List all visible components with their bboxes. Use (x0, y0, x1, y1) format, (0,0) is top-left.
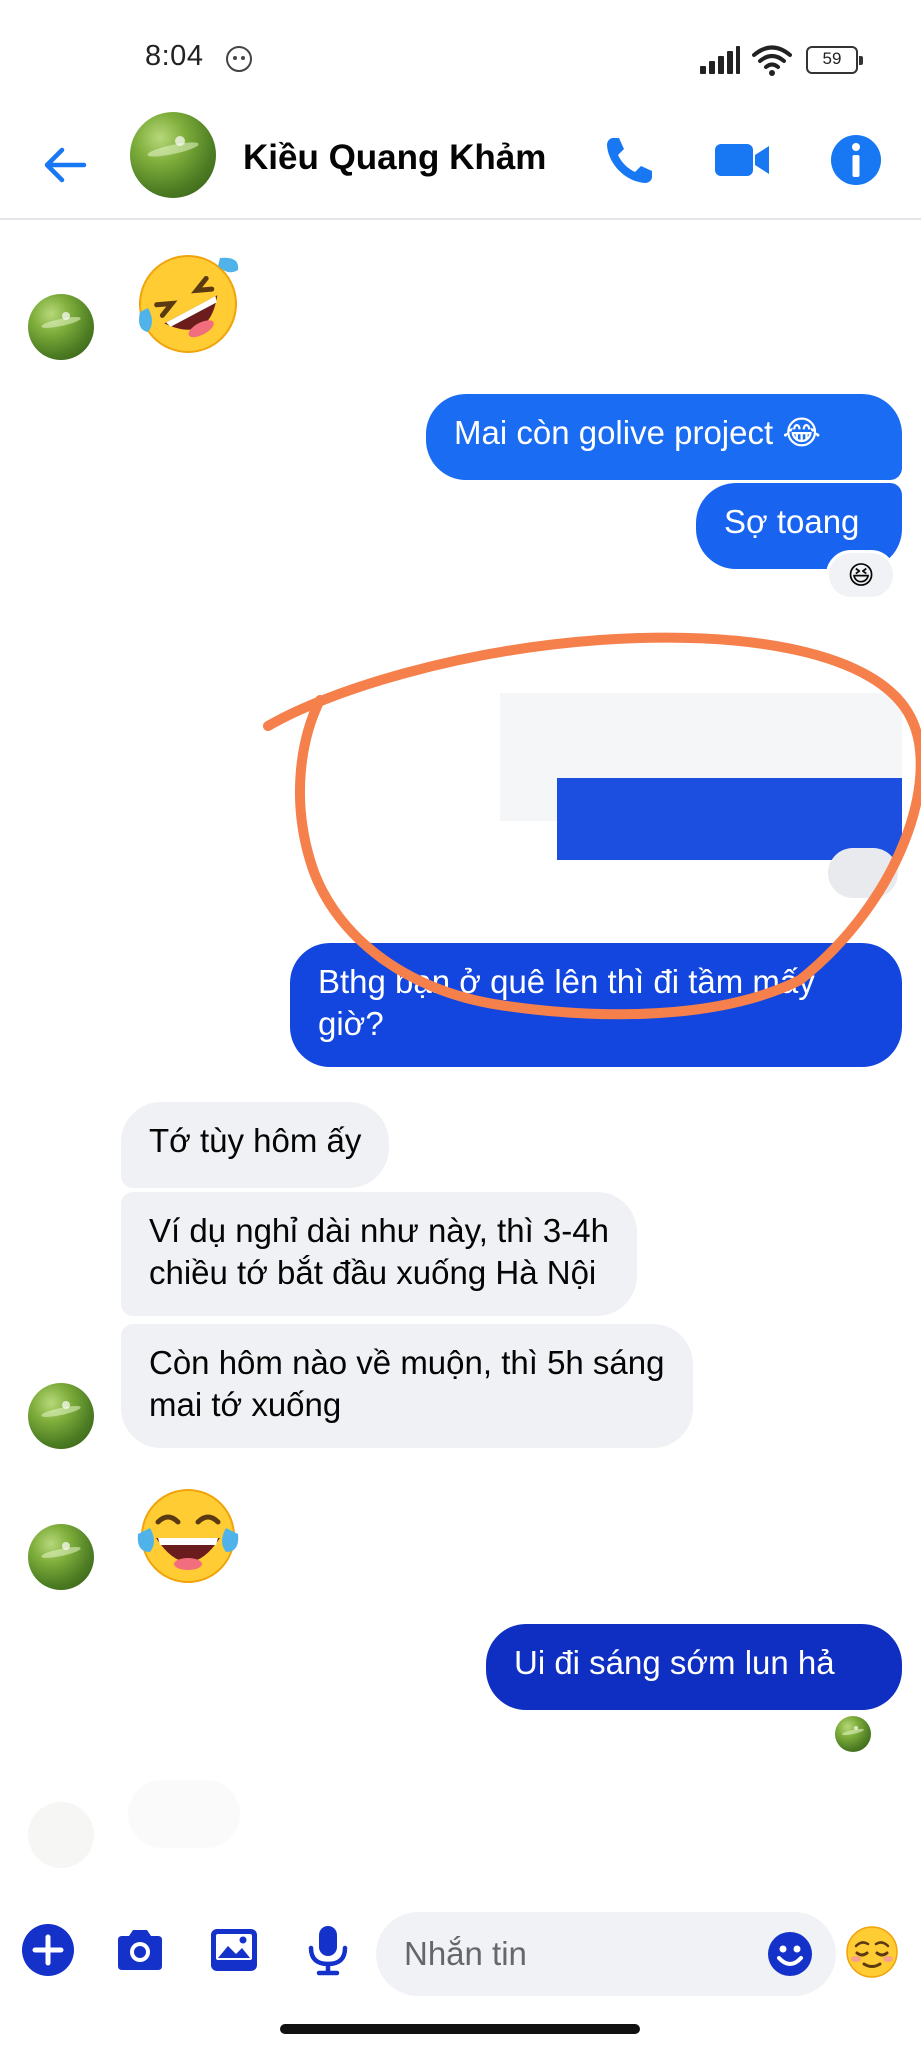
sender-avatar (28, 1383, 94, 1449)
status-bar: 8:04 59 (0, 0, 921, 110)
incoming-message[interactable]: Ví dụ nghỉ dài như này, thì 3-4h chiều t… (121, 1192, 637, 1316)
message-composer (0, 1900, 921, 2020)
emoji-picker-icon[interactable] (766, 1930, 814, 1978)
plus-icon[interactable] (20, 1922, 76, 1978)
sender-avatar (28, 1524, 94, 1590)
message-line: Còn hôm nào về muộn, thì 5h sáng (149, 1344, 665, 1381)
relieved-emoji-icon[interactable] (844, 1924, 900, 1980)
home-indicator[interactable] (280, 2024, 640, 2034)
message-reaction[interactable] (828, 848, 898, 898)
image-gallery-icon[interactable] (206, 1922, 262, 1978)
signal-icon (700, 46, 740, 74)
rolling-laughing-emoji-icon (139, 255, 239, 353)
read-receipt-avatar (835, 1716, 871, 1752)
battery-indicator: 59 (806, 46, 863, 74)
contact-avatar[interactable] (130, 112, 216, 198)
phone-call-icon[interactable] (600, 130, 660, 190)
typing-indicator (128, 1780, 240, 1848)
camera-icon[interactable] (112, 1922, 168, 1978)
typing-avatar (28, 1802, 94, 1868)
status-time: 8:04 (145, 40, 204, 72)
back-arrow-icon[interactable] (40, 140, 90, 190)
outgoing-message[interactable]: Bthg bạn ở quê lên thì đi tầm mấy giờ? (290, 943, 902, 1067)
info-icon[interactable] (826, 130, 886, 190)
message-line: Ví dụ nghỉ dài như này, thì 3-4h (149, 1212, 609, 1249)
message-line: Bthg bạn ở quê lên thì đi tầm mấy (318, 963, 815, 1000)
chat-header: Kiều Quang Khảm (0, 110, 921, 220)
video-call-icon[interactable] (712, 130, 772, 190)
message-line: giờ? (318, 1005, 384, 1042)
wifi-icon (752, 45, 792, 76)
contact-name[interactable]: Kiều Quang Khảm (243, 138, 546, 178)
incoming-message[interactable]: Tớ tùy hôm ấy (121, 1102, 390, 1188)
tears-of-joy-emoji-icon (137, 1489, 239, 1583)
message-line: mai tớ xuống (149, 1386, 342, 1423)
incoming-message[interactable]: Còn hôm nào về muộn, thì 5h sáng mai tớ … (121, 1324, 693, 1448)
message-reaction[interactable]: 😆 (826, 550, 896, 600)
outgoing-message[interactable]: Ui đi sáng sớm lun hả (486, 1624, 902, 1710)
reaction-emoji: 😆 (847, 559, 875, 590)
outgoing-message[interactable]: Mai còn golive project 😂 (426, 394, 902, 480)
notification-face-icon (226, 46, 252, 72)
message-line: chiều tớ bắt đầu xuống Hà Nội (149, 1254, 597, 1291)
sender-avatar (28, 294, 94, 360)
microphone-icon[interactable] (300, 1922, 356, 1978)
